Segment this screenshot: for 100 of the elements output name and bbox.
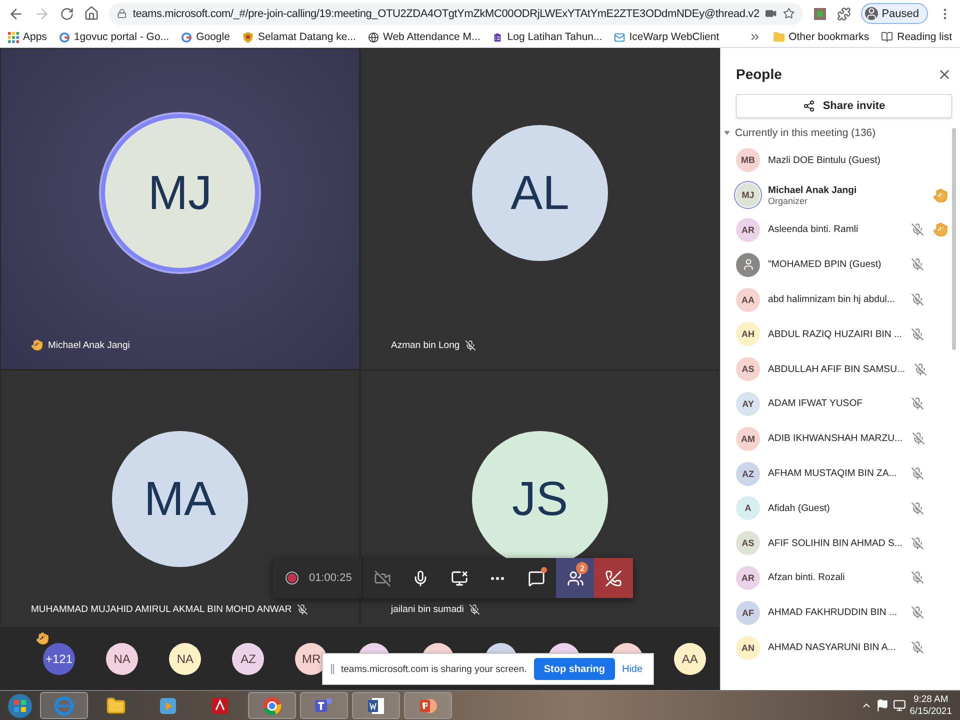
stop-share-icon — [450, 570, 468, 586]
participant-avatar: MA — [112, 431, 248, 567]
participant-avatar: AL — [472, 125, 608, 261]
reload-icon[interactable] — [60, 6, 74, 20]
avatar-icon — [864, 7, 878, 20]
taskbar-app[interactable] — [248, 692, 296, 719]
camera-icon[interactable] — [765, 7, 778, 20]
participant-avatar[interactable]: AA — [674, 643, 706, 675]
crest-icon — [242, 32, 254, 42]
media-player-icon — [159, 696, 177, 714]
participant-avatar: MJ — [736, 183, 760, 208]
participant-name[interactable]: AHMAD FAKHRUDDIN BIN ... — [768, 607, 897, 618]
participant-name[interactable]: AHMAD NASYARUNI BIN A... — [768, 642, 896, 654]
participant-name[interactable]: Mazli DOE Bintulu (Guest) — [768, 154, 880, 166]
raised-hand-icon — [933, 222, 948, 238]
bookmark[interactable]: Web Attendance M... — [368, 31, 480, 43]
participant-name: Michael Anak Jangi — [48, 340, 130, 350]
folder-icon — [106, 696, 126, 716]
participant-avatar: AN — [736, 636, 760, 660]
participant-name[interactable]: "MOHAMED BPIN (Guest) — [768, 259, 882, 270]
meeting-section-header[interactable]: Currently in this meeting (136) — [724, 127, 952, 139]
windows-logo — [6, 692, 34, 720]
other-bookmarks[interactable]: Other bookmarks — [772, 31, 870, 43]
reading-list-icon — [881, 31, 894, 43]
apps-grid-icon — [8, 32, 19, 42]
participant-avatar: AY — [736, 392, 760, 416]
back-icon[interactable] — [8, 6, 24, 22]
participant-name: Azman bin Long — [391, 340, 460, 351]
participant-name[interactable]: ABDUL RAZIQ HUZAIRI BIN ... — [768, 328, 902, 340]
stop-sharing-button[interactable]: Stop sharing — [534, 658, 615, 680]
sharing-message: teams.microsoft.com is sharing your screen. — [341, 664, 527, 674]
profile-button[interactable]: Paused — [860, 3, 928, 24]
participant-avatar: AS — [736, 357, 760, 382]
extensions-icon[interactable] — [836, 6, 851, 20]
url-text: teams.microsoft.com/_#/pre-join-calling/19:meeting_OTU2ZDA4OTgtYmZkMC00ODRjLWExYTAtYmE2ZTE3ODdmNDEy@thread.v2 — [132, 8, 760, 20]
bookmark[interactable]: Selamat Datang ke... — [242, 31, 356, 43]
raised-hand-icon — [933, 188, 948, 203]
participant-name[interactable]: AFHAM MUSTAQIM BIN ZA... — [768, 468, 897, 480]
home-icon[interactable] — [84, 6, 99, 21]
participant-avatar: AR — [736, 218, 760, 242]
participant-role: Organizer — [768, 196, 808, 206]
participant-avatar: AH — [736, 322, 760, 346]
folder-icon — [772, 31, 785, 43]
google-g-icon — [58, 32, 70, 42]
bookmark[interactable]: 1govuc portal - Go... — [58, 31, 170, 43]
scrollbar[interactable] — [952, 128, 956, 350]
bookmark[interactable]: Google — [181, 31, 230, 43]
participant-name[interactable]: AFIF SOLIHIN BIN AHMAD S... — [768, 538, 902, 549]
participant-name[interactable]: abd halimnizam bin hj abdul... — [768, 294, 895, 306]
globe-icon — [368, 32, 379, 42]
participant-name: MUHAMMAD MUJAHID AMIRUL AKMAL BIN MOHD ANWAR — [31, 604, 292, 615]
participant-avatar: A — [736, 496, 760, 520]
reading-list[interactable]: Reading list — [881, 31, 952, 43]
participant-name[interactable]: Afidah (Guest) — [768, 502, 830, 514]
mail-icon — [614, 32, 626, 42]
participant-name: jailani bin sumadi — [391, 604, 464, 615]
recording-icon — [285, 571, 299, 585]
participant-avatar: AM — [736, 426, 760, 451]
bookmark[interactable]: Apps — [8, 31, 47, 43]
count-badge: 2 — [576, 562, 588, 574]
participant-avatar: MJ — [105, 118, 255, 268]
participant-avatar[interactable]: +121 — [43, 643, 75, 675]
chat-icon — [528, 570, 545, 586]
participant-avatar[interactable]: NA — [169, 643, 202, 675]
participant-name[interactable]: ADIB IKHWANSHAH MARZU... — [768, 433, 902, 444]
hang-up-icon — [605, 570, 622, 586]
participant-name[interactable]: Afzan binti. Rozali — [768, 572, 845, 584]
raised-hand-icon — [31, 339, 43, 351]
lock-icon — [117, 8, 127, 19]
extension-icon[interactable] — [812, 6, 827, 20]
hang-up-button[interactable] — [594, 558, 633, 598]
share-icon — [802, 100, 815, 112]
call-timer: 01:00:25 — [309, 572, 352, 584]
word-icon — [366, 696, 386, 716]
more-bookmarks-icon[interactable] — [748, 31, 761, 43]
participant-name[interactable]: Asleenda binti. Ramli — [768, 224, 858, 236]
taskbar-app[interactable] — [352, 692, 400, 719]
participant-avatar: AR — [736, 566, 760, 590]
hide-link[interactable]: Hide — [622, 664, 643, 674]
bookmark[interactable]: Log Latihan Tahun... — [492, 31, 602, 43]
participant-name[interactable]: ABDULLAH AFIF BIN SAMSU... — [768, 364, 906, 375]
drag-handle-icon[interactable] — [331, 664, 334, 674]
form-icon — [492, 32, 504, 42]
participant-avatar[interactable]: NA — [106, 643, 138, 675]
participant-avatar[interactable]: AZ — [232, 643, 264, 675]
clock[interactable]: 9:28 AM 6/15/2021 — [910, 694, 952, 718]
participant-avatar: AS — [736, 531, 760, 556]
participant-avatar: AA — [736, 288, 760, 312]
star-icon[interactable] — [783, 7, 795, 20]
raised-hand-icon — [36, 632, 49, 645]
share-invite-button[interactable]: Share invite — [736, 94, 952, 118]
address-bar[interactable]: teams.microsoft.com/_#/pre-join-calling/19:meeting_OTU2ZDA4OTgtYmZkMC00ODRjLWExYTAtYmE2ZTE3ODdmNDEy@thread.v2 — [109, 2, 803, 24]
bookmark[interactable]: IceWarp WebClient — [614, 31, 720, 43]
participant-avatar: MB — [736, 148, 760, 172]
chrome-icon — [262, 696, 282, 716]
participant-name[interactable]: Michael Anak Jangi — [768, 184, 857, 196]
flag-icon[interactable] — [876, 699, 889, 712]
participant-avatar: AZ — [736, 462, 760, 486]
panel-title: People — [736, 66, 782, 82]
participant-name[interactable]: ADAM IFWAT YUSOF — [768, 398, 863, 410]
